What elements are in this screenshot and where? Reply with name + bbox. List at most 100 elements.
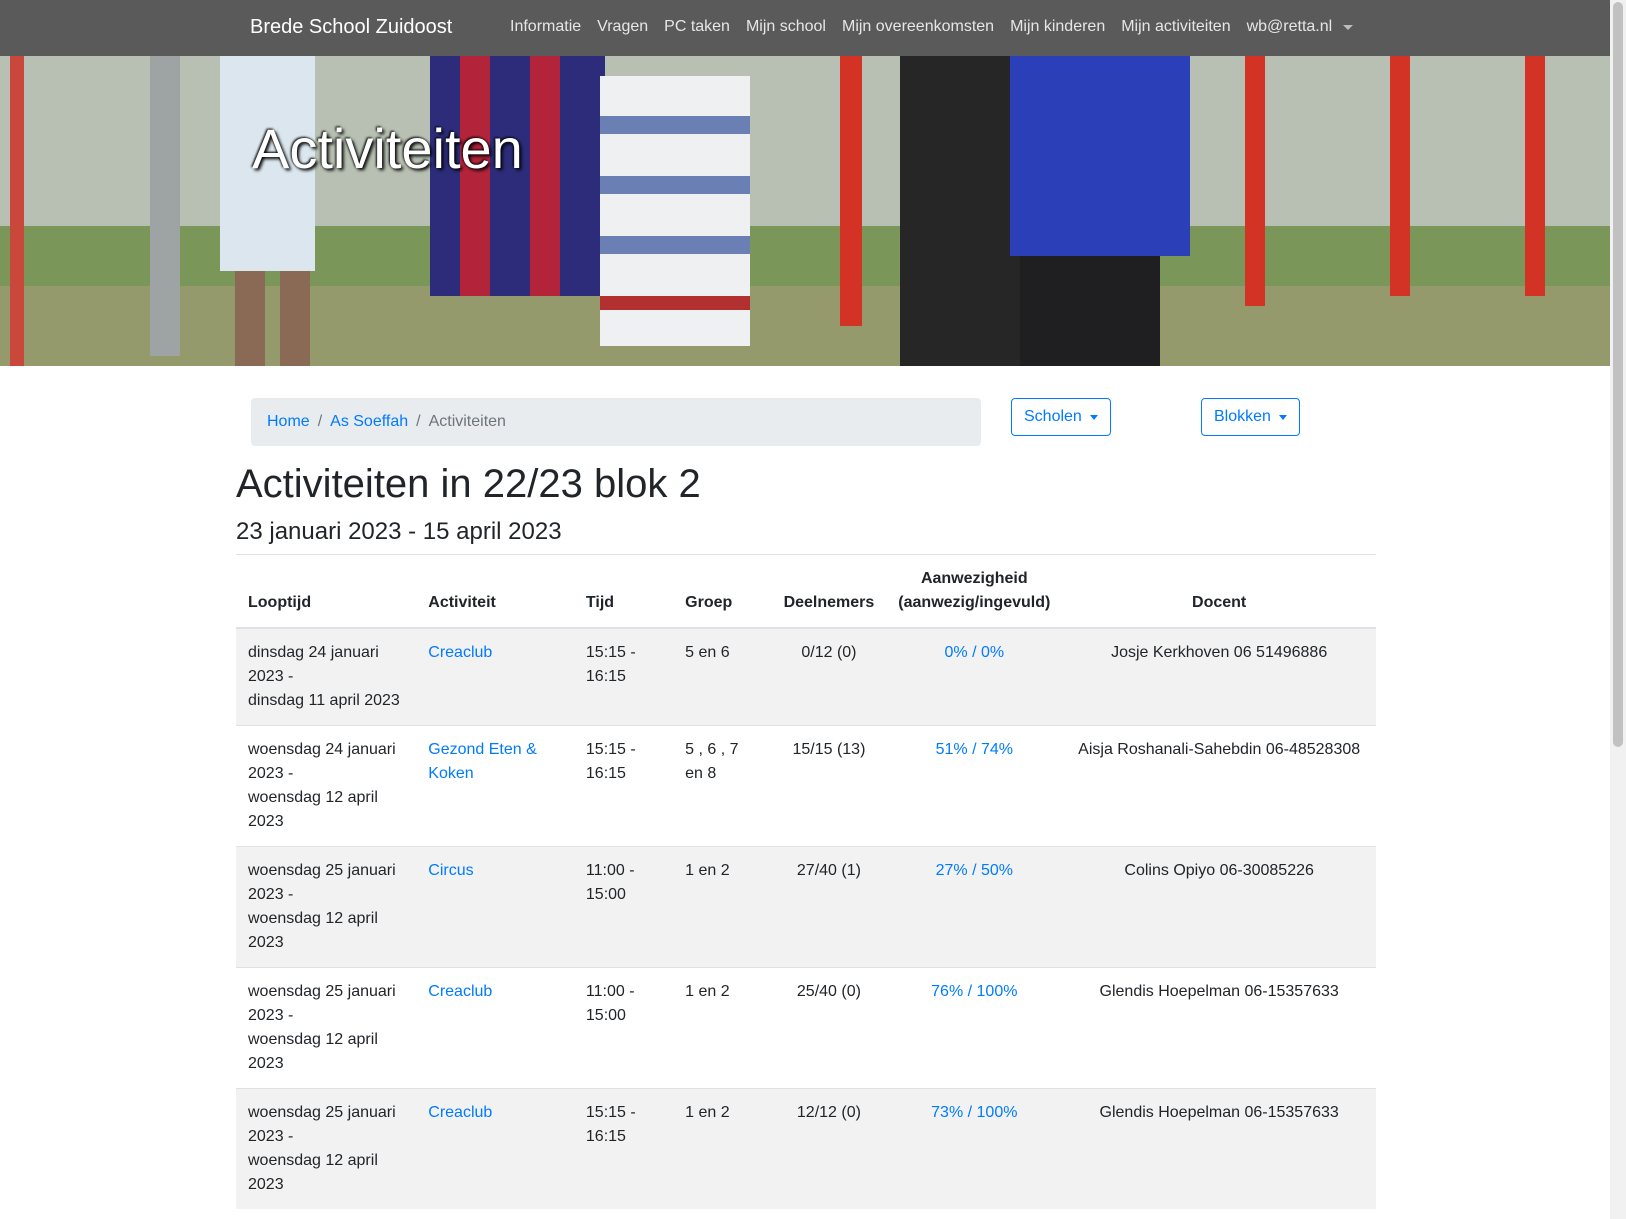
period-start: woensdag 24 januari 2023 - (248, 741, 396, 782)
nav-item-informatie[interactable]: Informatie (502, 18, 589, 36)
period-start: woensdag 25 januari 2023 - (248, 983, 396, 1024)
period-end: woensdag 12 april 2023 (248, 1152, 378, 1193)
cell-tijd: 11:00 - 15:00 (573, 967, 674, 1089)
col-header-tijd: Tijd (573, 555, 674, 629)
cell-activiteit: Creaclub (416, 627, 574, 726)
period-start: dinsdag 24 januari 2023 - (248, 644, 379, 685)
cell-docent: Aisja Roshanali-Sahebdin 06-48528308 (1062, 725, 1376, 847)
cell-activiteit: Gezond Eten & Koken (416, 725, 574, 847)
activity-link[interactable]: Circus (428, 862, 473, 879)
cell-groep: 1 en 2 (673, 967, 772, 1089)
nav-item-vragen[interactable]: Vragen (589, 18, 656, 36)
navbar: Brede School Zuidoost Informatie Vragen … (0, 0, 1610, 56)
cell-groep: 1 en 2 (673, 846, 772, 968)
cell-looptijd: woensdag 25 januari 2023 - woensdag 12 ap… (236, 1088, 417, 1209)
cell-looptijd: woensdag 25 januari 2023 - woensdag 12 ap… (236, 846, 417, 968)
attendance-link[interactable]: 76% / 100% (931, 983, 1017, 1000)
breadcrumb-separator: / (317, 413, 323, 430)
table-row: woensdag 25 januari 2023 - woensdag 12 ap… (236, 967, 1376, 1089)
activity-link[interactable]: Gezond Eten & Koken (428, 741, 537, 782)
col-header-groep: Groep (673, 555, 772, 629)
col-header-aanwezigheid: Aanwezigheid (aanwezig/ingevuld) (886, 555, 1063, 629)
blocks-dropdown-button[interactable]: Blokken (1201, 398, 1300, 436)
attendance-link[interactable]: 0% / 0% (945, 644, 1005, 661)
table-row: woensdag 25 januari 2023 - woensdag 12 ap… (236, 1088, 1376, 1209)
caret-down-icon (1278, 414, 1287, 420)
activities-table: Looptijd Activiteit Tijd Groep Deelnemer… (236, 555, 1376, 1209)
cell-deelnemers: 27/40 (1) (771, 846, 887, 968)
period-end: woensdag 12 april 2023 (248, 789, 378, 830)
vertical-scrollbar[interactable] (1610, 0, 1626, 1219)
col-header-activiteit: Activiteit (416, 555, 574, 629)
page-title: Activiteiten in 22/23 blok 2 (236, 462, 701, 506)
cell-aanwezigheid: 76% / 100% (886, 967, 1063, 1089)
user-dropdown-caret-icon[interactable] (1343, 25, 1353, 30)
cell-groep: 5 , 6 , 7 en 8 (673, 725, 772, 847)
cell-docent: Glendis Hoepelman 06-15357633 (1062, 967, 1376, 1089)
col-header-looptijd: Looptijd (236, 555, 417, 629)
blocks-dropdown-label: Blokken (1214, 408, 1271, 425)
cell-tijd: 15:15 - 16:15 (573, 1088, 674, 1209)
cell-tijd: 11:00 - 15:00 (573, 846, 674, 968)
cell-groep: 5 en 6 (673, 627, 772, 726)
cell-tijd: 15:15 - 16:15 (573, 627, 674, 726)
attendance-link[interactable]: 27% / 50% (936, 862, 1013, 879)
nav-item-mijn-overeenkomsten[interactable]: Mijn overeenkomsten (834, 18, 1002, 36)
period-end: woensdag 12 april 2023 (248, 1031, 378, 1072)
cell-docent: Colins Opiyo 06-30085226 (1062, 846, 1376, 968)
hero-photo (0, 56, 1610, 366)
attendance-link[interactable]: 73% / 100% (931, 1104, 1017, 1121)
table-row: dinsdag 24 januari 2023 - dinsdag 11 apri… (236, 627, 1376, 726)
cell-docent: Glendis Hoepelman 06-15357633 (1062, 1088, 1376, 1209)
breadcrumb-school[interactable]: As Soeffah (330, 413, 408, 431)
col-header-docent: Docent (1062, 555, 1376, 629)
breadcrumb-current: Activiteiten (428, 413, 506, 430)
breadcrumb-home[interactable]: Home (267, 413, 310, 431)
period-end: dinsdag 11 april 2023 (248, 692, 400, 709)
page-subtitle: 23 januari 2023 - 15 april 2023 (236, 518, 562, 545)
period-start: woensdag 25 januari 2023 - (248, 1104, 396, 1145)
schools-dropdown-button[interactable]: Scholen (1011, 398, 1111, 436)
period-start: woensdag 25 januari 2023 - (248, 862, 396, 903)
cell-looptijd: woensdag 25 januari 2023 - woensdag 12 ap… (236, 967, 417, 1089)
cell-deelnemers: 12/12 (0) (771, 1088, 887, 1209)
cell-tijd: 15:15 - 16:15 (573, 725, 674, 847)
schools-dropdown-label: Scholen (1024, 408, 1082, 425)
nav-item-mijn-activiteiten[interactable]: Mijn activiteiten (1113, 18, 1238, 36)
cell-deelnemers: 15/15 (13) (771, 725, 887, 847)
breadcrumb: Home / As Soeffah / Activiteiten (251, 398, 981, 446)
col-header-aanwezigheid-line2: (aanwezig/ingevuld) (898, 594, 1051, 611)
nav-item-pc-taken[interactable]: PC taken (656, 18, 738, 36)
cell-aanwezigheid: 51% / 74% (886, 725, 1063, 847)
cell-activiteit: Circus (416, 846, 574, 968)
cell-looptijd: woensdag 24 januari 2023 - woensdag 12 ap… (236, 725, 417, 847)
table-header-row: Looptijd Activiteit Tijd Groep Deelnemer… (236, 555, 1376, 629)
activity-link[interactable]: Creaclub (428, 1104, 492, 1121)
activity-link[interactable]: Creaclub (428, 644, 492, 661)
cell-docent: Josje Kerkhoven 06 51496886 (1062, 627, 1376, 726)
breadcrumb-separator: / (416, 413, 421, 430)
table-row: woensdag 24 januari 2023 - woensdag 12 ap… (236, 725, 1376, 847)
col-header-aanwezigheid-line1: Aanwezigheid (920, 570, 1028, 587)
table-row: woensdag 25 januari 2023 - woensdag 12 ap… (236, 846, 1376, 968)
cell-aanwezigheid: 73% / 100% (886, 1088, 1063, 1209)
nav-item-mijn-school[interactable]: Mijn school (738, 18, 834, 36)
period-end: woensdag 12 april 2023 (248, 910, 378, 951)
cell-activiteit: Creaclub (416, 1088, 574, 1209)
nav-item-user-email[interactable]: wb@retta.nl (1239, 18, 1341, 36)
cell-aanwezigheid: 0% / 0% (886, 627, 1063, 726)
hero-banner: Activiteiten (0, 56, 1610, 366)
brand[interactable]: Brede School Zuidoost (250, 16, 452, 39)
scrollbar-thumb[interactable] (1613, 2, 1623, 747)
col-header-deelnemers: Deelnemers (771, 555, 887, 629)
caret-down-icon (1089, 414, 1098, 420)
cell-deelnemers: 0/12 (0) (771, 627, 887, 726)
attendance-link[interactable]: 51% / 74% (936, 741, 1013, 758)
cell-looptijd: dinsdag 24 januari 2023 - dinsdag 11 apri… (236, 627, 417, 726)
nav-item-mijn-kinderen[interactable]: Mijn kinderen (1002, 18, 1113, 36)
activity-link[interactable]: Creaclub (428, 983, 492, 1000)
cell-aanwezigheid: 27% / 50% (886, 846, 1063, 968)
cell-activiteit: Creaclub (416, 967, 574, 1089)
nav-menu: Informatie Vragen PC taken Mijn school M… (502, 18, 1340, 36)
cell-deelnemers: 25/40 (0) (771, 967, 887, 1089)
